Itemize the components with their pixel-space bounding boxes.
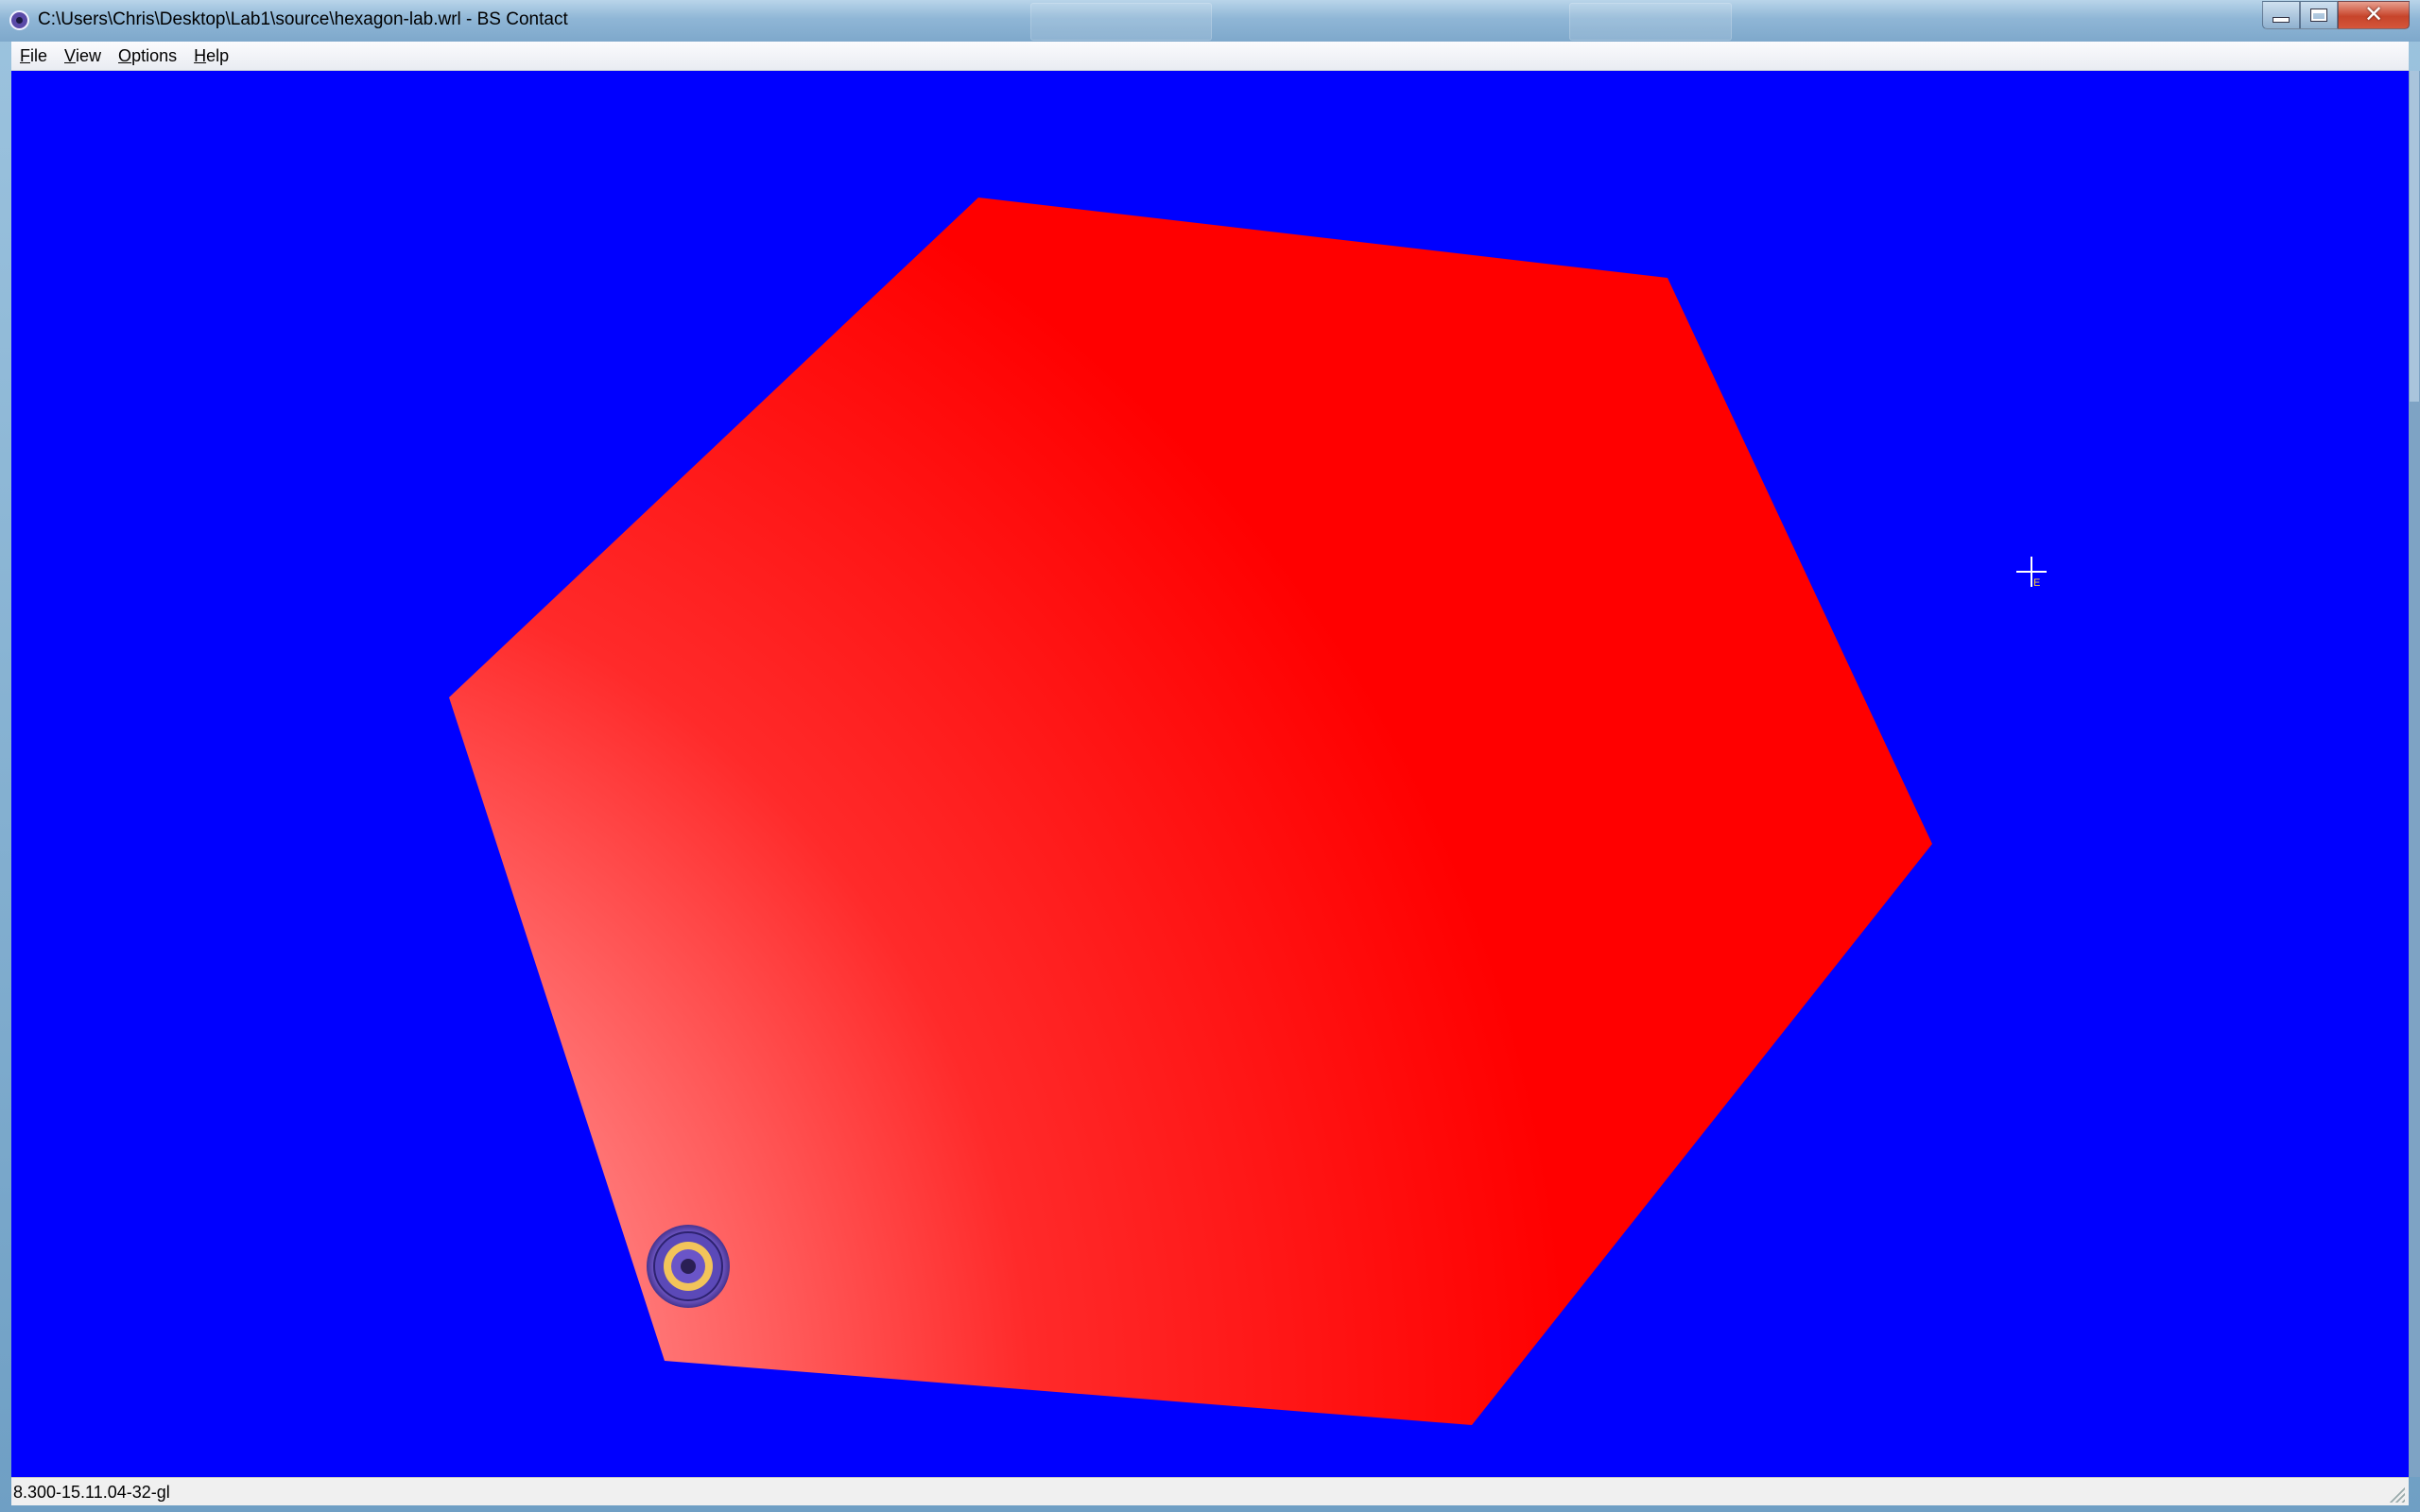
application-window: C:\Users\Chris\Desktop\Lab1\source\hexag… [0,0,2420,1512]
menu-help-mnemonic: H [194,45,207,65]
minimize-button[interactable] [2262,1,2300,29]
title-bar-reflection [1030,3,1212,41]
menu-view-label: iew [76,45,102,65]
menu-file-mnemonic: F [20,45,30,65]
viewpoint-target-icon[interactable] [645,1223,732,1310]
window-title: C:\Users\Chris\Desktop\Lab1\source\hexag… [38,9,568,29]
scene-canvas [449,198,1932,1425]
menu-bar: File View Options Help [11,42,2409,71]
menu-file[interactable]: File [11,43,56,69]
menu-help-label: elp [206,45,230,65]
status-version-text: 8.300-15.11.04-32-gl [13,1483,170,1502]
vrml-viewport[interactable] [11,71,2409,1477]
title-bar[interactable]: C:\Users\Chris\Desktop\Lab1\source\hexag… [0,0,2420,42]
app-icon[interactable] [9,10,29,30]
menu-options[interactable]: Options [110,43,185,69]
cursor-mode-label: E [2033,577,2040,589]
edge-highlight [2410,71,2419,402]
title-bar-reflection [1569,3,1732,41]
status-bar: 8.300-15.11.04-32-gl [11,1477,2409,1505]
menu-options-mnemonic: O [118,45,132,65]
menu-help[interactable]: Help [185,43,237,69]
maximize-icon [2311,9,2326,21]
close-icon: ✕ [2363,2,2384,27]
menu-view-mnemonic: V [64,45,77,65]
menu-file-label: ile [30,45,48,65]
minimize-icon [2273,18,2289,22]
maximize-button[interactable] [2300,1,2338,29]
menu-view[interactable]: View [56,43,110,69]
resize-grip-icon[interactable] [2388,1486,2405,1503]
close-button[interactable]: ✕ [2338,1,2410,29]
crosshair-cursor-icon: E [2016,557,2047,589]
window-bottom-frame [0,1505,2420,1512]
menu-options-label: ptions [131,45,178,65]
